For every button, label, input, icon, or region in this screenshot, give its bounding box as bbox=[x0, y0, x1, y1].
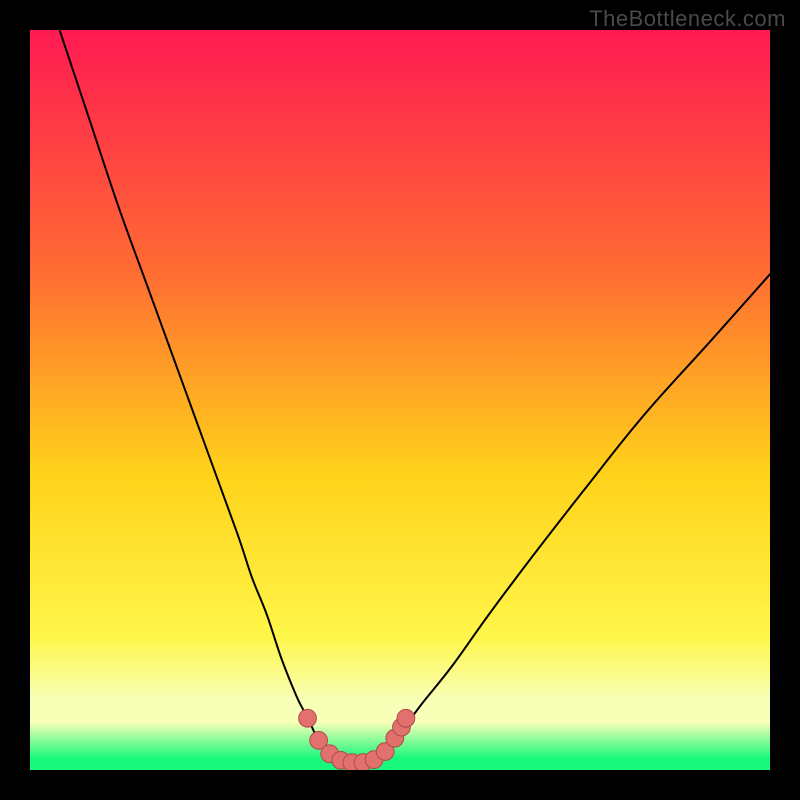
valley-marker bbox=[397, 709, 415, 727]
gradient-background bbox=[30, 30, 770, 770]
valley-marker bbox=[299, 709, 317, 727]
plot-area bbox=[30, 30, 770, 770]
watermark-label: TheBottleneck.com bbox=[589, 6, 786, 32]
bottleneck-plot bbox=[30, 30, 770, 770]
chart-frame: TheBottleneck.com bbox=[0, 0, 800, 800]
